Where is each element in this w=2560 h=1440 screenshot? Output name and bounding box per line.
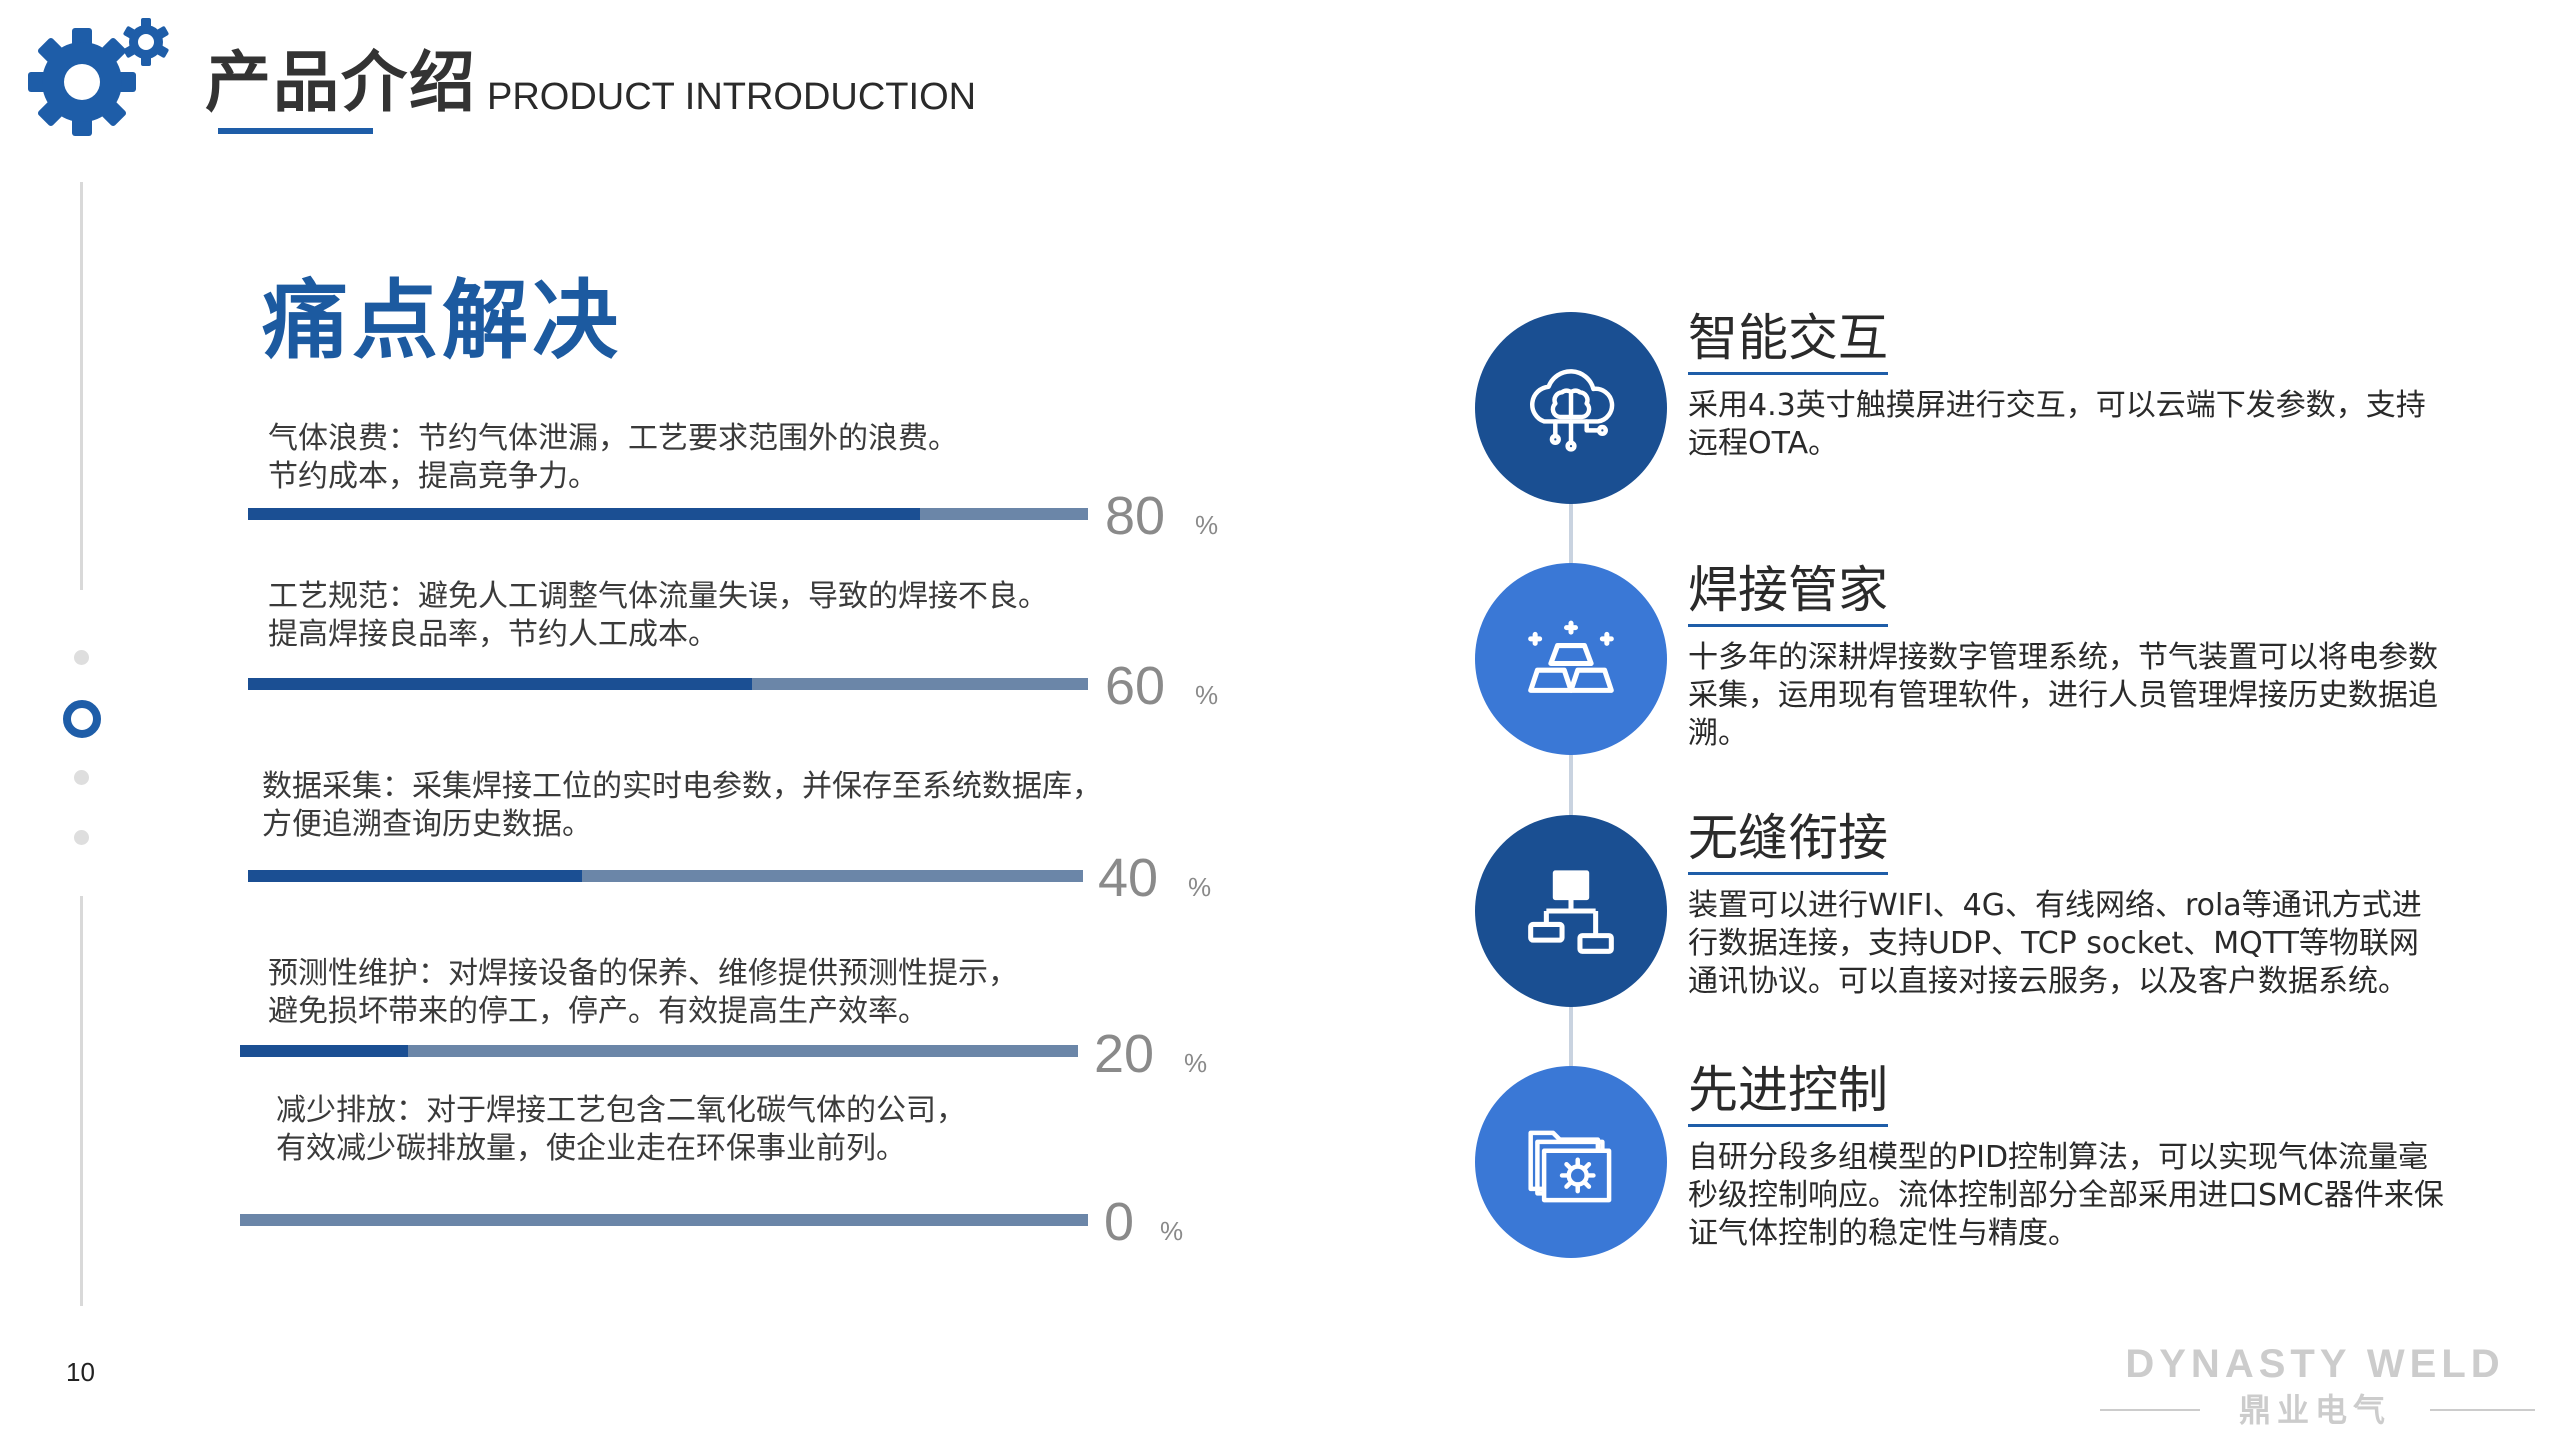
pain-point-text-line2: 节约成本，提高竞争力。: [268, 459, 598, 494]
feature-description: 十多年的深耕焊接数字管理系统，节气装置可以将电参数采集，运用现有管理软件，进行人…: [1688, 640, 2438, 751]
feature-block: 先进控制 自研分段多组模型的PID控制算法，可以实现气体流量毫秒级控制响应。流体…: [1688, 1058, 2448, 1253]
percent-value: 0: [1104, 1192, 1135, 1252]
feature-description: 采用4.3英寸触摸屏进行交互，可以云端下发参数，支持远程OTA。: [1688, 388, 2426, 461]
folder-gear-icon: [1528, 1130, 1612, 1203]
nav-dot[interactable]: [74, 830, 89, 845]
progress-bar-track: [240, 1045, 1078, 1057]
percent-unit: %: [1195, 680, 1219, 710]
header-subtitle: PRODUCT INTRODUCTION: [487, 76, 977, 118]
percent-unit: %: [1184, 1048, 1208, 1078]
gold-bars-icon: [1528, 620, 1614, 693]
percent-value: 20: [1094, 1024, 1155, 1084]
progress-bar-fill: [248, 508, 920, 520]
page-number: 10: [66, 1357, 95, 1387]
feature-icon-circle: [1475, 312, 1667, 504]
progress-bar-fill: [240, 1045, 408, 1057]
feature-block: 无缝衔接 装置可以进行WIFI、4G、有线网络、rola等通讯方式进行数据连接，…: [1688, 806, 2448, 1001]
percent-unit: %: [1188, 872, 1212, 902]
pain-point-text-line2: 提高焊接良品率，节约人工成本。: [268, 617, 718, 652]
feature-title: 无缝衔接: [1688, 806, 1888, 875]
progress-bar-track: [248, 870, 1083, 882]
pain-point-item: 工艺规范：避免人工调整气体流量失误，导致的焊接不良。 提高焊接良品率，节约人工成…: [268, 578, 1048, 654]
feature-icon-circle: [1475, 563, 1667, 755]
progress-bar-fill: [248, 678, 752, 690]
pain-point-text-line2: 方便追溯查询历史数据。: [262, 807, 592, 842]
percent-value: 80: [1105, 486, 1166, 546]
feature-description: 装置可以进行WIFI、4G、有线网络、rola等通讯方式进行数据连接，支持UDP…: [1688, 888, 2422, 999]
feature-icon-circle: [1475, 815, 1667, 1007]
brand-logo-text: DYNASTY WELD: [2125, 1342, 2505, 1386]
pain-point-item: 气体浪费：节约气体泄漏，工艺要求范围外的浪费。 节约成本，提高竞争力。: [268, 420, 958, 496]
feature-title: 先进控制: [1688, 1058, 1888, 1127]
pain-point-text-line1: 减少排放：对于焊接工艺包含二氧化碳气体的公司，: [276, 1093, 966, 1128]
header-underline: [218, 128, 373, 134]
pain-point-item: 数据采集：采集焊接工位的实时电参数，并保存至系统数据库， 方便追溯查询历史数据。: [262, 768, 1102, 844]
gear-logo-icon: [28, 18, 169, 136]
pain-point-text-line1: 气体浪费：节约气体泄漏，工艺要求范围外的浪费。: [268, 421, 958, 456]
percent-unit: %: [1195, 510, 1219, 540]
nav-rail-top: [80, 182, 83, 590]
nav-dot-active[interactable]: [63, 700, 101, 738]
pain-point-text-line2: 避免损坏带来的停工，停产。有效提高生产效率。: [268, 994, 928, 1029]
network-hierarchy-icon: [1528, 870, 1614, 954]
brand-divider-left: [2100, 1409, 2200, 1411]
pain-point-text-line1: 工艺规范：避免人工调整气体流量失误，导致的焊接不良。: [268, 579, 1048, 614]
feature-description: 自研分段多组模型的PID控制算法，可以实现气体流量毫秒级控制响应。流体控制部分全…: [1688, 1140, 2444, 1251]
percent-value: 60: [1105, 656, 1166, 716]
brand-divider-right: [2430, 1409, 2535, 1411]
nav-dot[interactable]: [74, 770, 89, 785]
progress-bar-track: [240, 1214, 1088, 1226]
feature-title: 焊接管家: [1688, 558, 1888, 627]
nav-rail-bottom: [80, 896, 83, 1306]
progress-bar-fill: [248, 870, 582, 882]
feature-block: 焊接管家 十多年的深耕焊接数字管理系统，节气装置可以将电参数采集，运用现有管理软…: [1688, 558, 2448, 753]
pain-point-item: 减少排放：对于焊接工艺包含二氧化碳气体的公司， 有效减少碳排放量，使企业走在环保…: [276, 1092, 966, 1168]
section-title: 痛点解决: [262, 271, 622, 371]
feature-title: 智能交互: [1688, 306, 1888, 375]
pain-point-text-line1: 数据采集：采集焊接工位的实时电参数，并保存至系统数据库，: [262, 769, 1102, 804]
nav-dot[interactable]: [74, 650, 89, 665]
brand-logo-text-zh: 鼎业电气: [2238, 1391, 2391, 1429]
cloud-brain-icon: [1530, 369, 1615, 452]
percent-unit: %: [1160, 1216, 1184, 1246]
percent-value: 40: [1098, 848, 1159, 908]
progress-bar-track: [248, 508, 1088, 520]
header-title: 产品介绍: [205, 44, 477, 121]
pain-point-text-line2: 有效减少碳排放量，使企业走在环保事业前列。: [276, 1131, 906, 1166]
pain-point-item: 预测性维护：对焊接设备的保养、维修提供预测性提示， 避免损坏带来的停工，停产。有…: [268, 955, 1018, 1031]
progress-bar-track: [248, 678, 1088, 690]
feature-icon-circle: [1475, 1066, 1667, 1258]
pain-point-text-line1: 预测性维护：对焊接设备的保养、维修提供预测性提示，: [268, 956, 1018, 991]
feature-block: 智能交互 采用4.3英寸触摸屏进行交互，可以云端下发参数，支持远程OTA。: [1688, 306, 2448, 463]
